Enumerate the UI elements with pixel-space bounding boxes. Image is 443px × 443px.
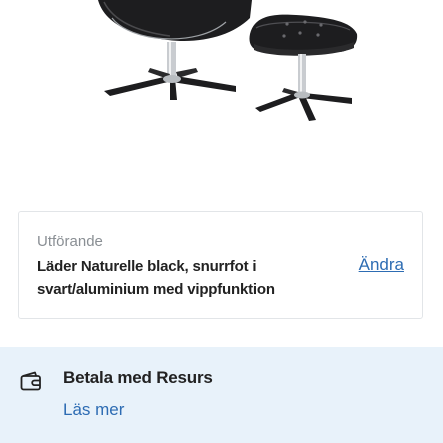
change-variant-link[interactable]: Ändra [359, 255, 404, 275]
armchair-ottoman-illustration [98, 0, 358, 121]
variant-caption: Utförande [37, 233, 103, 250]
product-image [0, 0, 443, 195]
variant-value: Läder Naturelle black, snurrfot i svart/… [37, 258, 275, 298]
payment-title: Betala med Resurs [63, 368, 213, 387]
payment-panel: Betala med Resurs Läs mer [0, 347, 443, 443]
read-more-link[interactable]: Läs mer [63, 400, 124, 420]
wallet-icon [20, 371, 42, 391]
variant-card: Utförande Läder Naturelle black, snurrfo… [18, 211, 423, 319]
